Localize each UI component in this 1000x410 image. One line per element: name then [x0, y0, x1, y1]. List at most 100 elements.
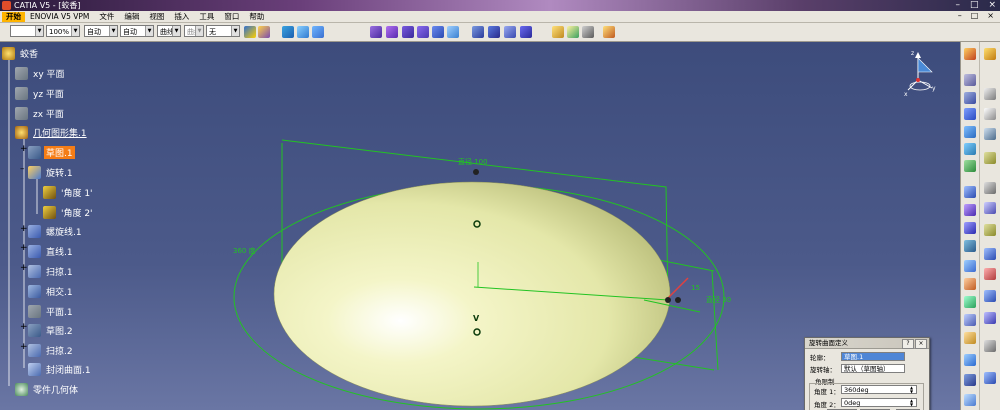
- split-icon[interactable]: [964, 296, 976, 308]
- extract-icon[interactable]: [603, 26, 615, 38]
- tree-item-geometric-set[interactable]: 几何图形集.1: [15, 125, 89, 139]
- sphere-icon[interactable]: [488, 26, 500, 38]
- table-icon[interactable]: [984, 248, 996, 260]
- sketcher-icon[interactable]: [964, 48, 976, 60]
- color-combo[interactable]: ▼: [10, 25, 44, 37]
- tree-item-zx-plane[interactable]: zx 平面: [15, 106, 66, 120]
- open-body-icon[interactable]: [282, 26, 294, 38]
- workbench-icon[interactable]: [984, 48, 996, 60]
- end-point[interactable]: [675, 297, 681, 303]
- doc-close-button[interactable]: ×: [987, 11, 994, 20]
- tree-item-sketch-1[interactable]: 草图.1: [28, 145, 75, 159]
- intersection-icon[interactable]: [432, 26, 444, 38]
- start-menu[interactable]: 开始: [2, 11, 25, 22]
- analysis-icon[interactable]: [984, 312, 996, 324]
- circle-icon[interactable]: [964, 186, 976, 198]
- expand-icon[interactable]: +: [20, 225, 28, 234]
- menu-enovia[interactable]: ENOVIA V5 VPM: [25, 12, 94, 21]
- expand-icon[interactable]: +: [20, 343, 28, 352]
- paint-brush-icon[interactable]: [244, 26, 256, 38]
- boundary-icon[interactable]: [582, 26, 594, 38]
- tree-item-sweep-1[interactable]: 扫掠.1: [28, 264, 75, 278]
- spiral-icon[interactable]: [964, 240, 976, 252]
- line-tool-icon[interactable]: [984, 182, 996, 194]
- scale-icon[interactable]: [964, 394, 976, 406]
- translate-icon[interactable]: [964, 332, 976, 344]
- cylinder-icon[interactable]: [504, 26, 516, 38]
- rotate-icon[interactable]: [964, 354, 976, 366]
- thickness-combo[interactable]: 自动 ▼: [120, 25, 154, 37]
- projection-icon[interactable]: [964, 126, 976, 138]
- tree-item-angle-2[interactable]: '角度 2': [43, 205, 95, 219]
- compass-icon[interactable]: z y x: [904, 50, 936, 98]
- angle1-field[interactable]: 360deg ▲ ▼: [841, 385, 917, 394]
- join-icon[interactable]: [552, 26, 564, 38]
- axis-field[interactable]: 默认（草图轴）: [841, 364, 905, 373]
- expand-icon[interactable]: +: [20, 264, 28, 273]
- 3d-viewport[interactable]: 直径 100 360 度 直径 30 15 V z y x 蛟香 xy 平面 y…: [0, 42, 960, 410]
- doc-restore-button[interactable]: □: [971, 11, 979, 20]
- linetype-combo[interactable]: 自动 ▼: [84, 25, 118, 37]
- angle2-field[interactable]: 0deg ▲ ▼: [841, 398, 917, 407]
- help-button[interactable]: ?: [902, 339, 914, 349]
- shade-combo[interactable]: 曲线 ▼: [184, 25, 204, 37]
- collapse-icon[interactable]: –: [20, 165, 27, 174]
- ordered-set-icon[interactable]: [312, 26, 324, 38]
- expand-icon[interactable]: +: [20, 145, 28, 154]
- extrude-icon[interactable]: [964, 260, 976, 272]
- point-icon[interactable]: [964, 74, 976, 86]
- polyline-icon[interactable]: [984, 202, 996, 214]
- menu-edit[interactable]: 编辑: [119, 11, 144, 22]
- plane-icon[interactable]: [964, 108, 976, 120]
- expand-icon[interactable]: +: [20, 244, 28, 253]
- profile-field[interactable]: 草图.1: [841, 352, 905, 361]
- helix-icon[interactable]: [964, 222, 976, 234]
- law-icon[interactable]: [984, 268, 996, 280]
- maximize-button[interactable]: □: [970, 0, 979, 11]
- tree-item-xy-plane[interactable]: xy 平面: [15, 66, 67, 80]
- menu-insert[interactable]: 插入: [169, 11, 194, 22]
- tree-item-yz-plane[interactable]: yz 平面: [15, 86, 66, 100]
- doc-minimize-button[interactable]: –: [958, 11, 962, 20]
- tree-item-helix-1[interactable]: 螺旋线.1: [28, 224, 84, 238]
- offset-icon[interactable]: [520, 26, 532, 38]
- revolved-surface-body[interactable]: [273, 181, 671, 407]
- tree-item-part-body[interactable]: 零件几何体: [15, 382, 80, 396]
- layer-combo[interactable]: 曲线 ▼: [157, 25, 181, 37]
- tree-item-line-1[interactable]: 直线.1: [28, 244, 75, 258]
- filter-combo[interactable]: 无 ▼: [206, 25, 240, 37]
- tree-root[interactable]: 蛟香: [2, 46, 40, 60]
- sketch-icon[interactable]: [984, 128, 996, 140]
- tree-item-angle-1[interactable]: '角度 1': [43, 185, 95, 199]
- menu-tools[interactable]: 工具: [194, 11, 219, 22]
- top-point[interactable]: [473, 169, 479, 175]
- constraint-icon[interactable]: [984, 152, 996, 164]
- tree-item-plane-1[interactable]: 平面.1: [28, 304, 75, 318]
- zoom-combo[interactable]: 100% ▼: [46, 25, 80, 37]
- menu-window[interactable]: 窗口: [219, 11, 244, 22]
- projection-icon[interactable]: [417, 26, 429, 38]
- plane-icon[interactable]: [402, 26, 414, 38]
- geometric-set-icon[interactable]: [297, 26, 309, 38]
- tree-item-intersect-1[interactable]: 相交.1: [28, 284, 75, 298]
- measure-icon[interactable]: [984, 108, 996, 120]
- join-icon[interactable]: [964, 278, 976, 290]
- menu-help[interactable]: 帮助: [244, 11, 269, 22]
- menu-view[interactable]: 视图: [144, 11, 169, 22]
- revolve-icon[interactable]: [472, 26, 484, 38]
- select-arrow-icon[interactable]: [984, 88, 996, 100]
- minimize-button[interactable]: –: [955, 0, 960, 11]
- format-painter-icon[interactable]: [258, 26, 270, 38]
- menu-file[interactable]: 文件: [94, 11, 119, 22]
- fillet-icon[interactable]: [964, 314, 976, 326]
- line-icon[interactable]: [964, 92, 976, 104]
- capture-icon[interactable]: [984, 340, 996, 352]
- intersection-icon[interactable]: [964, 143, 976, 155]
- close-button[interactable]: ×: [988, 0, 996, 11]
- spin-down-icon[interactable]: ▼: [908, 390, 915, 397]
- extrude-icon[interactable]: [447, 26, 459, 38]
- symmetry-icon[interactable]: [964, 374, 976, 386]
- point-icon[interactable]: [370, 26, 382, 38]
- split-icon[interactable]: [567, 26, 579, 38]
- tree-item-revolve-1[interactable]: 旋转.1: [28, 165, 75, 179]
